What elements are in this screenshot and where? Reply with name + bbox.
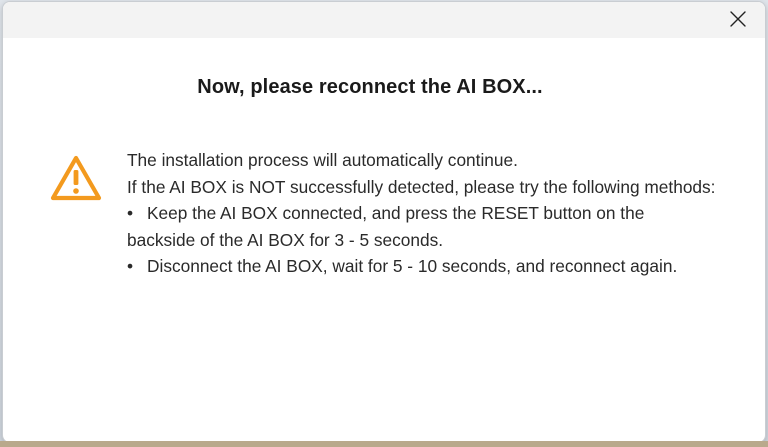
close-icon [730,11,746,27]
bullet-text-1: Keep the AI BOX connected, and press the… [127,203,645,250]
taskbar-edge [0,441,768,447]
message-line-1: The installation process will automatica… [127,150,518,170]
dialog-heading: Now, please reconnect the AI BOX... [197,76,543,98]
bullet-marker: • [127,203,134,224]
reconnect-dialog: Now, please reconnect the AI BOX... The … [2,1,766,443]
message-line-2: If the AI BOX is NOT successfully detect… [127,176,716,197]
bullet-item-1: • Keep the AI BOX connected, and press th… [127,200,717,253]
warning-triangle-icon [50,155,102,201]
title-bar [3,2,765,38]
dialog-message: The installation process will automatica… [127,147,717,280]
bullet-marker: • [127,256,134,277]
bullet-item-2: • Disconnect the AI BOX, wait for 5 - 10 … [127,253,717,280]
close-button[interactable] [719,4,757,34]
bullet-text-2: Disconnect the AI BOX, wait for 5 - 10 s… [147,256,678,277]
